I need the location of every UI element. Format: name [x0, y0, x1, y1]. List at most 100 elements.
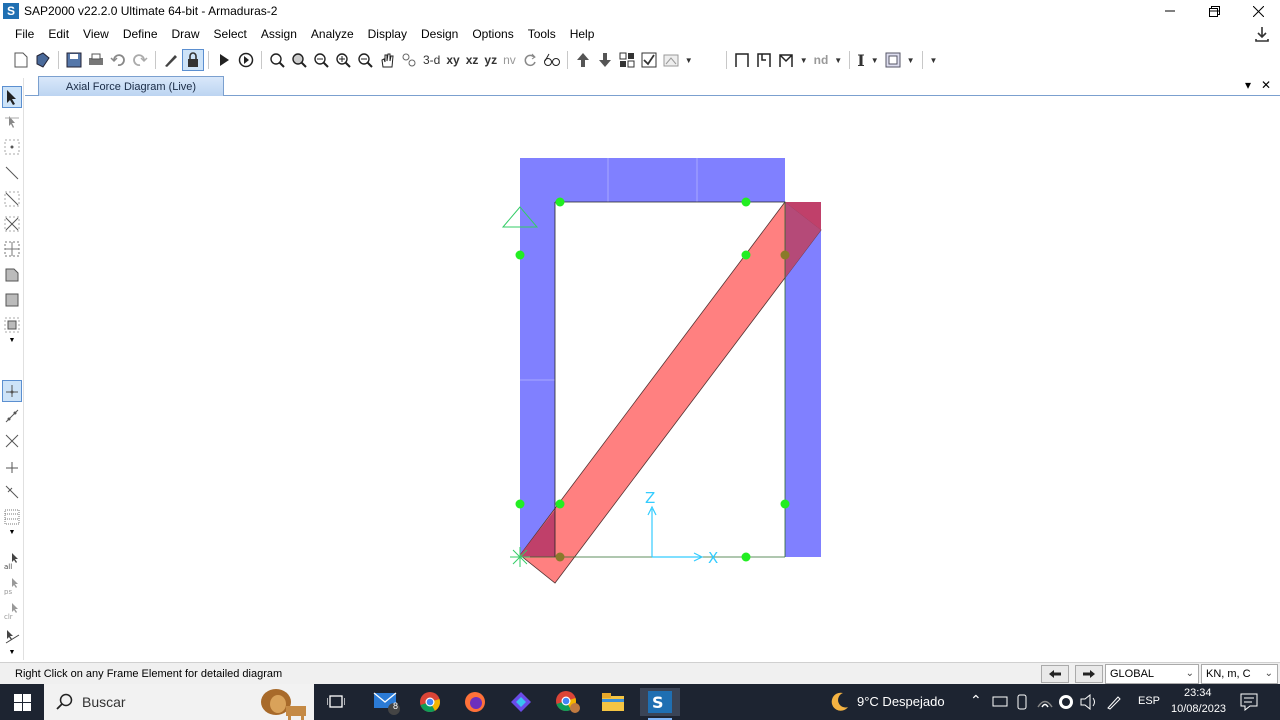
draw-rect-area-button[interactable]: [2, 289, 22, 311]
move-down-button[interactable]: [594, 49, 616, 71]
volume-icon[interactable]: [1080, 694, 1098, 710]
clock-time[interactable]: 23:34: [1184, 687, 1212, 699]
display-options-button[interactable]: [660, 49, 682, 71]
chevron-up-icon[interactable]: ⌃: [970, 692, 982, 709]
close-control[interactable]: [1236, 0, 1280, 22]
menu-tools[interactable]: Tools: [521, 27, 563, 41]
view-yz-button[interactable]: yz: [481, 49, 500, 71]
view-3d-button[interactable]: 3-d: [420, 49, 443, 71]
snap-points-button[interactable]: [2, 380, 22, 402]
draw-diagonal-button[interactable]: [2, 188, 22, 210]
check-model-button[interactable]: [638, 49, 660, 71]
coordinate-system-select[interactable]: GLOBAL ⌄: [1105, 664, 1199, 684]
snap-perpendicular-button[interactable]: [2, 456, 22, 478]
tab-dropdown-button[interactable]: ▾: [1245, 78, 1251, 92]
task-view-button[interactable]: [316, 688, 356, 716]
draw-area-button[interactable]: [2, 264, 22, 286]
download-icon[interactable]: [1252, 24, 1272, 44]
next-button[interactable]: [1075, 665, 1103, 683]
zoom-in-button[interactable]: [332, 49, 354, 71]
chrome-profile-button[interactable]: [548, 688, 588, 716]
pointer-button[interactable]: [2, 86, 22, 108]
joint-point[interactable]: [515, 499, 525, 509]
joint-point[interactable]: [780, 499, 790, 509]
nd-button[interactable]: nd: [811, 49, 832, 71]
zoom-full-button[interactable]: [288, 49, 310, 71]
draw-truss-button[interactable]: [775, 49, 797, 71]
joint-point[interactable]: [555, 552, 565, 562]
print-button[interactable]: [85, 49, 107, 71]
restore-control[interactable]: [1192, 0, 1236, 22]
save-button[interactable]: [63, 49, 85, 71]
joint-point[interactable]: [741, 250, 751, 260]
usb-icon[interactable]: [1014, 694, 1030, 710]
open-model-button[interactable]: [32, 49, 54, 71]
zoom-previous-button[interactable]: [310, 49, 332, 71]
draw-frame-2-button[interactable]: [753, 49, 775, 71]
pen-icon[interactable]: [1106, 694, 1122, 710]
snap-grid-button[interactable]: [2, 506, 22, 528]
zoom-window-button[interactable]: [266, 49, 288, 71]
axial-force-diagram[interactable]: Z X: [25, 97, 1280, 661]
pencil-button[interactable]: [160, 49, 182, 71]
draw-line-button[interactable]: [2, 162, 22, 184]
weather-text[interactable]: 9°C Despejado: [857, 694, 945, 709]
view-nv-button[interactable]: nv: [500, 49, 519, 71]
joint-point[interactable]: [780, 250, 790, 260]
pan-button[interactable]: [376, 49, 398, 71]
draw-quick-area-button[interactable]: [2, 314, 22, 336]
clock-date[interactable]: 10/08/2023: [1171, 703, 1226, 715]
section-cut-button[interactable]: [882, 49, 904, 71]
file-explorer-button[interactable]: [593, 688, 633, 716]
menu-display[interactable]: Display: [361, 27, 414, 41]
diagonal-force-band[interactable]: [519, 201, 822, 584]
menu-define[interactable]: Define: [116, 27, 165, 41]
chevron-down-icon[interactable]: ▼: [834, 56, 842, 65]
mail-app-button[interactable]: 8: [366, 688, 406, 716]
select-previous-button[interactable]: ps: [2, 575, 22, 597]
previous-button[interactable]: [1041, 665, 1069, 683]
language-indicator[interactable]: ESP: [1138, 695, 1160, 707]
draw-frame-button[interactable]: [731, 49, 753, 71]
app-button[interactable]: [501, 688, 541, 716]
wifi-icon[interactable]: [1037, 694, 1053, 710]
joint-point[interactable]: [515, 250, 525, 260]
reshape-button[interactable]: [2, 111, 22, 133]
taskbar-search-box[interactable]: Buscar: [44, 684, 314, 720]
redo-button[interactable]: [129, 49, 151, 71]
text-tool-button[interactable]: I: [854, 49, 867, 71]
run-now-button[interactable]: [235, 49, 257, 71]
zoom-out-button[interactable]: [354, 49, 376, 71]
draw-grid-button[interactable]: [2, 238, 22, 260]
select-intersecting-button[interactable]: [2, 626, 22, 648]
clear-selection-button[interactable]: clr: [2, 600, 22, 622]
device-icon[interactable]: [992, 695, 1008, 709]
chevron-down-icon[interactable]: ▼: [2, 334, 22, 346]
menu-edit[interactable]: Edit: [41, 27, 76, 41]
tab-axial-force-diagram[interactable]: Axial Force Diagram (Live): [38, 76, 224, 96]
rubberband-button[interactable]: [398, 49, 420, 71]
menu-file[interactable]: File: [8, 27, 41, 41]
chrome-button[interactable]: [410, 688, 450, 716]
firefox-button[interactable]: [455, 688, 495, 716]
start-button[interactable]: [0, 684, 44, 720]
menu-draw[interactable]: Draw: [165, 27, 207, 41]
grid-button[interactable]: [616, 49, 638, 71]
snap-extension-button[interactable]: [2, 481, 22, 503]
new-model-button[interactable]: [10, 49, 32, 71]
menu-view[interactable]: View: [76, 27, 116, 41]
notifications-icon[interactable]: [1240, 693, 1258, 711]
draw-joint-button[interactable]: [2, 136, 22, 158]
chevron-down-icon[interactable]: ▼: [800, 56, 808, 65]
chevron-down-icon[interactable]: ▼: [2, 646, 22, 658]
chevron-down-icon[interactable]: ▼: [2, 526, 22, 538]
menu-analyze[interactable]: Analyze: [304, 27, 361, 41]
minimize-control[interactable]: [1148, 0, 1192, 22]
draw-cross-button[interactable]: [2, 213, 22, 235]
chevron-down-icon[interactable]: ▼: [871, 56, 879, 65]
lock-button[interactable]: [182, 49, 204, 71]
view-xy-button[interactable]: xy: [443, 49, 462, 71]
top-chord-force-band[interactable]: [520, 158, 785, 202]
menu-options[interactable]: Options: [465, 27, 520, 41]
menu-assign[interactable]: Assign: [254, 27, 304, 41]
